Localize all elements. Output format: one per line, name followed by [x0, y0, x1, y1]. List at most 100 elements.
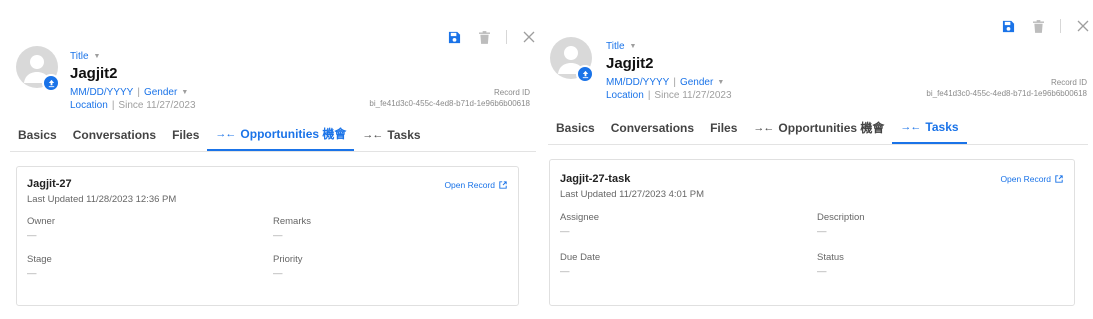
contact-header: Title ▼ Jagjit2 MM/DD/YYYY | Gender ▼ Lo…	[70, 50, 196, 111]
last-updated: Last Updated 11/27/2023 4:01 PM	[560, 189, 705, 200]
open-record-link[interactable]: Open Record	[1000, 174, 1063, 184]
tab-conversations[interactable]: Conversations	[603, 118, 702, 144]
close-icon[interactable]	[521, 29, 537, 45]
due-date-label: Due Date	[560, 252, 601, 263]
since-date: Since 11/27/2023	[118, 99, 196, 111]
since-date: Since 11/27/2023	[654, 89, 732, 101]
separator: |	[673, 76, 676, 88]
record-id-value: bi_fe41d3c0-455c-4ed8-b71d-1e96b6b00618	[926, 89, 1087, 98]
chevron-down-icon: ▼	[717, 78, 725, 86]
contact-panel-left: Title ▼ Jagjit2 MM/DD/YYYY | Gender ▼ Lo…	[0, 0, 536, 319]
tab-label: Files	[710, 120, 738, 135]
description-value: —	[817, 226, 827, 237]
priority-value: —	[273, 268, 283, 279]
contact-header: Title ▼ Jagjit2 MM/DD/YYYY | Gender ▼ Lo…	[606, 40, 732, 101]
tab-label: Opportunities 機會	[240, 127, 347, 141]
gender-dropdown[interactable]: Gender	[680, 77, 713, 88]
card-title: Jagjit-27	[27, 178, 72, 190]
upload-photo-icon[interactable]	[576, 65, 594, 83]
location-field[interactable]: Location	[606, 90, 644, 101]
contact-meta-line: MM/DD/YYYY | Gender ▼	[70, 86, 196, 98]
stage-label: Stage	[27, 254, 52, 265]
title-dropdown[interactable]: Title ▼	[70, 50, 196, 62]
contact-panel-right: Title ▼ Jagjit2 MM/DD/YYYY | Gender ▼ Lo…	[545, 0, 1093, 319]
merge-arrows-icon: →←	[215, 127, 236, 140]
tab-basics[interactable]: Basics	[10, 125, 65, 151]
record-id-value: bi_fe41d3c0-455c-4ed8-b71d-1e96b6b00618	[369, 99, 530, 108]
description-label: Description	[817, 212, 865, 223]
trash-icon[interactable]	[1030, 18, 1046, 34]
card-title: Jagjit-27-task	[560, 173, 631, 185]
tab-label: Tasks	[925, 119, 959, 134]
location-field[interactable]: Location	[70, 100, 108, 111]
record-id-label: Record ID	[493, 88, 530, 97]
gender-dropdown[interactable]: Gender	[144, 87, 177, 98]
assignee-value: —	[560, 226, 570, 237]
separator: |	[137, 86, 140, 98]
status-value: —	[817, 266, 827, 277]
record-id-label: Record ID	[1050, 78, 1087, 87]
opportunity-card: Jagjit-27 Last Updated 11/28/2023 12:36 …	[16, 166, 519, 306]
due-date-value: —	[560, 266, 570, 277]
contact-name: Jagjit2	[606, 55, 654, 72]
tab-label: Conversations	[610, 120, 695, 135]
chevron-down-icon: ▼	[181, 88, 189, 96]
close-icon[interactable]	[1075, 18, 1091, 34]
last-updated: Last Updated 11/28/2023 12:36 PM	[27, 194, 177, 205]
tab-label: Opportunities 機會	[778, 121, 885, 135]
actions-divider	[506, 30, 507, 44]
chevron-down-icon: ▼	[629, 42, 637, 50]
remarks-value: —	[273, 230, 283, 241]
contact-meta-line: MM/DD/YYYY | Gender ▼	[606, 76, 732, 88]
external-link-icon	[1055, 175, 1063, 183]
merge-arrows-icon: →←	[362, 128, 383, 141]
trash-icon[interactable]	[476, 29, 492, 45]
tab-label: Tasks	[387, 127, 421, 142]
tab-files[interactable]: Files	[702, 118, 745, 144]
remarks-label: Remarks	[273, 216, 312, 227]
contact-name: Jagjit2	[70, 65, 118, 82]
tab-label: Conversations	[72, 127, 157, 142]
record-id-block: Record ID bi_fe41d3c0-455c-4ed8-b71d-1e9…	[926, 77, 1087, 99]
title-dropdown[interactable]: Title ▼	[606, 40, 732, 52]
tab-conversations[interactable]: Conversations	[65, 125, 164, 151]
tab-label: Files	[172, 127, 200, 142]
actions-divider	[1060, 19, 1061, 33]
status-label: Status	[817, 252, 844, 263]
tab-tasks[interactable]: →← Tasks	[354, 125, 428, 151]
tab-label: Basics	[556, 120, 595, 135]
owner-label: Owner	[27, 216, 55, 227]
tab-bar: Basics Conversations Files →← Opportuniti…	[10, 125, 536, 152]
contact-location-line: Location | Since 11/27/2023	[70, 99, 196, 111]
tab-opportunities[interactable]: →← Opportunities 機會	[207, 125, 355, 151]
tab-tasks[interactable]: →← Tasks	[892, 118, 967, 144]
merge-arrows-icon: →←	[753, 121, 774, 134]
external-link-icon	[499, 181, 507, 189]
dob-field[interactable]: MM/DD/YYYY	[606, 77, 669, 88]
title-label: Title	[606, 40, 625, 52]
tab-opportunities[interactable]: →← Opportunities 機會	[745, 118, 892, 144]
tab-files[interactable]: Files	[164, 125, 207, 151]
header-actions	[446, 29, 537, 45]
priority-label: Priority	[273, 254, 303, 265]
merge-arrows-icon: →←	[900, 120, 921, 133]
contact-location-line: Location | Since 11/27/2023	[606, 89, 732, 101]
tab-basics[interactable]: Basics	[548, 118, 603, 144]
open-record-link[interactable]: Open Record	[444, 180, 507, 190]
save-icon[interactable]	[446, 29, 462, 45]
header-actions	[1000, 18, 1091, 34]
owner-value: —	[27, 230, 37, 241]
open-record-label: Open Record	[1000, 174, 1051, 184]
stage-value: —	[27, 268, 37, 279]
assignee-label: Assignee	[560, 212, 600, 223]
record-id-block: Record ID bi_fe41d3c0-455c-4ed8-b71d-1e9…	[369, 87, 530, 109]
upload-photo-icon[interactable]	[42, 74, 60, 92]
separator: |	[111, 99, 115, 111]
chevron-down-icon: ▼	[93, 52, 101, 60]
tab-bar: Basics Conversations Files →← Opportuniti…	[548, 118, 1088, 145]
dob-field[interactable]: MM/DD/YYYY	[70, 87, 133, 98]
save-icon[interactable]	[1000, 18, 1016, 34]
open-record-label: Open Record	[444, 180, 495, 190]
task-card: Jagjit-27-task Last Updated 11/27/2023 4…	[549, 159, 1075, 306]
separator: |	[647, 89, 651, 101]
